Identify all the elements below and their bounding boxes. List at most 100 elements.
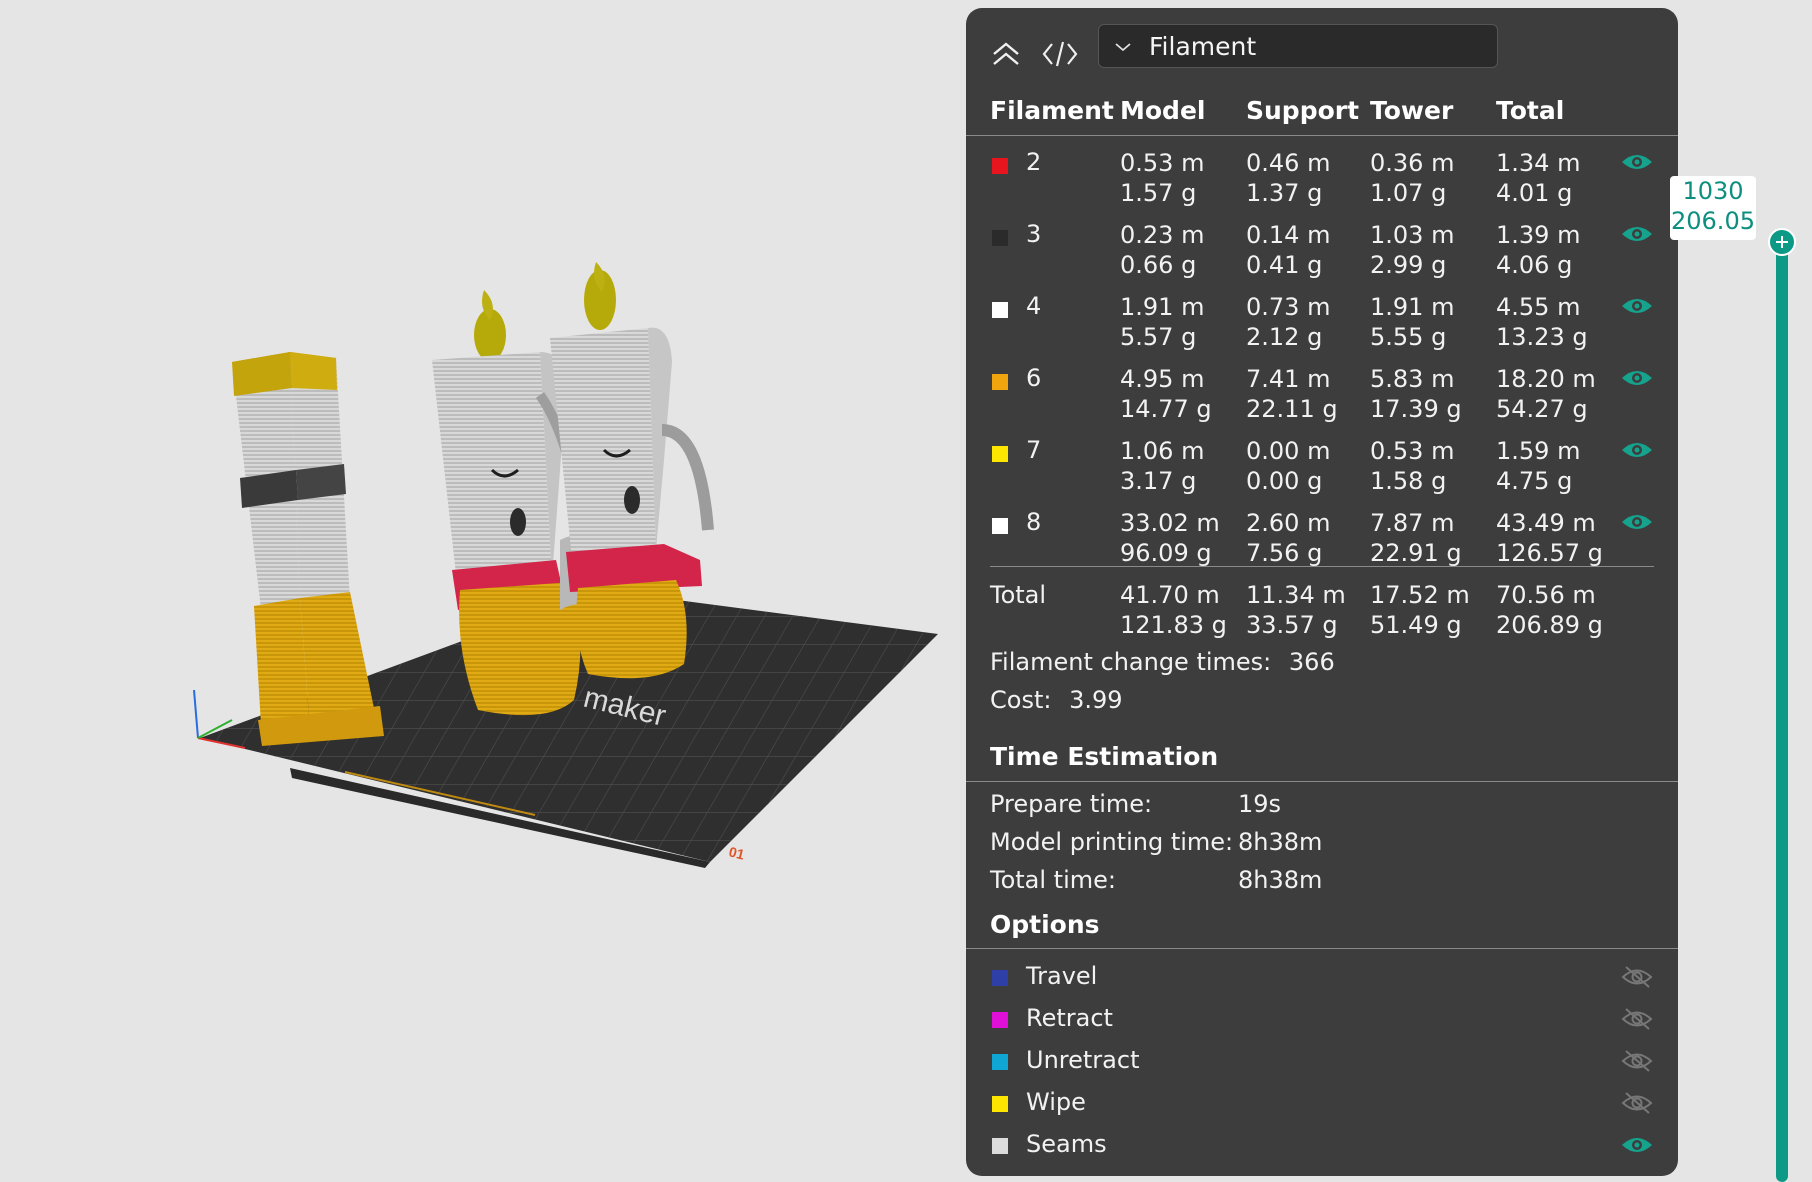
- eye-hidden-icon[interactable]: [1620, 964, 1654, 990]
- filament-color-swatch: [992, 446, 1008, 462]
- option-color-swatch: [992, 1096, 1008, 1112]
- col-header-total: Total: [1496, 96, 1565, 125]
- layer-number: 1030: [1682, 177, 1744, 205]
- 3d-viewport[interactable]: maker 01: [0, 0, 960, 1182]
- filament-row: 3 0.23 m 0.66 g 0.14 m 0.41 g 1.03 m 2.99 g 1.3…: [966, 216, 1678, 288]
- filament-change-row: Filament change times: 366: [990, 648, 1335, 676]
- filament-id: 6: [1026, 364, 1042, 392]
- totals-tower: 17.52 m 51.49 g: [1370, 581, 1470, 639]
- eye-hidden-icon[interactable]: [1620, 1048, 1654, 1074]
- chevron-down-icon: [1115, 43, 1131, 52]
- totals-row: Total 41.70 m 121.83 g 11.34 m 33.57 g 17.…: [966, 576, 1678, 648]
- filament-support-usage: 0.73 m 2.12 g: [1246, 293, 1331, 351]
- total-time-label: Total time:: [990, 866, 1116, 894]
- layer-slider-track[interactable]: [1776, 236, 1788, 1182]
- filament-total-usage: 1.34 m 4.01 g: [1496, 149, 1581, 207]
- option-label: Retract: [1026, 1004, 1113, 1032]
- filament-color-swatch: [992, 230, 1008, 246]
- option-label: Travel: [1026, 962, 1098, 990]
- option-label: Seams: [1026, 1130, 1107, 1158]
- filament-model-usage: 1.91 m 5.57 g: [1120, 293, 1205, 351]
- eye-icon[interactable]: [1620, 222, 1654, 246]
- filament-total-usage: 1.39 m 4.06 g: [1496, 221, 1581, 279]
- eye-icon[interactable]: [1620, 366, 1654, 390]
- layer-slider-thumb[interactable]: [1768, 228, 1796, 256]
- filament-total-usage: 4.55 m 13.23 g: [1496, 293, 1588, 351]
- filament-id: 8: [1026, 508, 1042, 536]
- filament-support-usage: 2.60 m 7.56 g: [1246, 509, 1331, 567]
- filament-change-value: 366: [1288, 648, 1335, 676]
- eye-hidden-icon[interactable]: [1620, 1090, 1654, 1116]
- option-color-swatch: [992, 1054, 1008, 1070]
- filament-tower-usage: 5.83 m 17.39 g: [1370, 365, 1462, 423]
- eye-icon[interactable]: [1620, 510, 1654, 534]
- eye-icon[interactable]: [1620, 294, 1654, 318]
- option-row-wipe[interactable]: Wipe: [966, 1088, 1678, 1128]
- filament-model-usage: 33.02 m 96.09 g: [1120, 509, 1220, 567]
- filament-row: 7 1.06 m 3.17 g 0.00 m 0.00 g 0.53 m 1.58 g 1.5…: [966, 432, 1678, 504]
- filament-color-swatch: [992, 302, 1008, 318]
- eye-icon[interactable]: [1620, 438, 1654, 462]
- collapse-panel-icon[interactable]: [986, 34, 1026, 74]
- filament-tower-usage: 0.36 m 1.07 g: [1370, 149, 1455, 207]
- filament-row: 6 4.95 m 14.77 g 7.41 m 22.11 g 5.83 m 17.39 g…: [966, 360, 1678, 432]
- cost-row: Cost: 3.99: [990, 686, 1123, 714]
- col-header-tower: Tower: [1370, 96, 1454, 125]
- option-label: Wipe: [1026, 1088, 1086, 1116]
- option-row-retract[interactable]: Retract: [966, 1004, 1678, 1044]
- option-label: Unretract: [1026, 1046, 1140, 1074]
- filament-model-usage: 0.23 m 0.66 g: [1120, 221, 1205, 279]
- filament-row: 4 1.91 m 5.57 g 0.73 m 2.12 g 1.91 m 5.55 g 4.5…: [966, 288, 1678, 360]
- eye-icon[interactable]: [1620, 1132, 1654, 1158]
- model-time-label: Model printing time:: [990, 828, 1234, 856]
- prepare-time-label: Prepare time:: [990, 790, 1153, 818]
- time-divider: [966, 781, 1678, 782]
- bed-corner-label: 01: [727, 843, 746, 862]
- filament-id: 2: [1026, 148, 1042, 176]
- filament-model-usage: 4.95 m 14.77 g: [1120, 365, 1212, 423]
- filament-tower-usage: 7.87 m 22.91 g: [1370, 509, 1462, 567]
- filament-color-swatch: [992, 158, 1008, 174]
- col-header-support: Support: [1246, 96, 1360, 125]
- filament-tower-usage: 1.91 m 5.55 g: [1370, 293, 1455, 351]
- legend-panel: Filament Filament Model Support Tower To…: [966, 8, 1678, 1176]
- option-row-travel[interactable]: Travel: [966, 962, 1678, 1002]
- prepare-time-value: 19s: [1238, 790, 1282, 818]
- view-type-value: Filament: [1149, 32, 1257, 61]
- filament-row: 2 0.53 m 1.57 g 0.46 m 1.37 g 0.36 m 1.07 g 1.3…: [966, 144, 1678, 216]
- filament-support-usage: 0.00 m 0.00 g: [1246, 437, 1331, 495]
- option-row-unretract[interactable]: Unretract: [966, 1046, 1678, 1086]
- filament-tower-usage: 1.03 m 2.99 g: [1370, 221, 1455, 279]
- total-time-value: 8h38m: [1238, 866, 1323, 894]
- eye-hidden-icon[interactable]: [1620, 1006, 1654, 1032]
- option-color-swatch: [992, 970, 1008, 986]
- filament-model-usage: 1.06 m 3.17 g: [1120, 437, 1205, 495]
- col-header-filament: Filament: [990, 96, 1114, 125]
- view-type-dropdown[interactable]: Filament: [1098, 24, 1498, 68]
- filament-total-usage: 1.59 m 4.75 g: [1496, 437, 1581, 495]
- options-title: Options: [990, 910, 1100, 939]
- model-time-value: 8h38m: [1238, 828, 1323, 856]
- filament-total-usage: 43.49 m 126.57 g: [1496, 509, 1603, 567]
- tower-model[interactable]: [232, 352, 384, 746]
- filament-support-usage: 0.14 m 0.41 g: [1246, 221, 1331, 279]
- options-divider: [966, 948, 1678, 949]
- option-color-swatch: [992, 1138, 1008, 1154]
- totals-divider: [990, 566, 1654, 567]
- code-view-icon[interactable]: [1040, 34, 1080, 74]
- totals-total: 70.56 m 206.89 g: [1496, 581, 1603, 639]
- filament-id: 7: [1026, 436, 1042, 464]
- layer-height: 206.05: [1671, 207, 1755, 235]
- cost-label: Cost:: [990, 686, 1052, 714]
- totals-label: Total: [990, 581, 1047, 609]
- cost-value: 3.99: [1069, 686, 1123, 714]
- layer-readout: 1030 206.05: [1670, 176, 1756, 240]
- col-header-model: Model: [1120, 96, 1206, 125]
- option-row-seams[interactable]: Seams: [966, 1130, 1678, 1170]
- header-divider: [966, 135, 1678, 136]
- filament-tower-usage: 0.53 m 1.58 g: [1370, 437, 1455, 495]
- eye-icon[interactable]: [1620, 150, 1654, 174]
- totals-model: 41.70 m 121.83 g: [1120, 581, 1227, 639]
- filament-support-usage: 0.46 m 1.37 g: [1246, 149, 1331, 207]
- filament-total-usage: 18.20 m 54.27 g: [1496, 365, 1596, 423]
